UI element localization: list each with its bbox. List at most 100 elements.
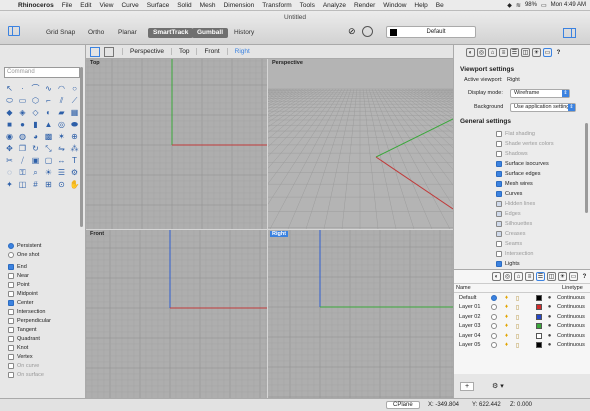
osnap-oncurve[interactable]: On curve (8, 361, 51, 370)
camera-tool-icon[interactable]: ◫ (17, 179, 28, 190)
gs-silhouettes-checkbox[interactable] (496, 221, 502, 227)
dropbox-icon[interactable]: ◆ (507, 2, 512, 9)
move-tool-icon[interactable]: ✥ (4, 143, 15, 154)
osnap-midpoint[interactable]: Midpoint (8, 289, 51, 298)
gs-surface-isocurves-checkbox[interactable] (496, 161, 502, 167)
hide-tool-icon[interactable]: ◌ (4, 167, 15, 178)
osnap-end-checkbox[interactable] (8, 263, 14, 270)
trim-tool-icon[interactable]: ✂ (4, 155, 15, 166)
array-tool-icon[interactable]: ⁂ (69, 143, 80, 154)
osnap-center[interactable]: Center (8, 298, 51, 307)
gs-intersection[interactable]: Intersection (496, 249, 554, 259)
lightbulb-icon[interactable]: ♦ (503, 323, 510, 329)
join-tool-icon[interactable]: ⊕ (69, 131, 80, 142)
material-icon[interactable]: ● (546, 295, 553, 301)
background-select[interactable]: Use application settings ⇕ (510, 103, 576, 112)
rectangle-tool-icon[interactable]: ▭ (17, 95, 28, 106)
gs-edges[interactable]: Edges (496, 209, 554, 219)
command-input[interactable]: Command (4, 67, 80, 78)
osnap-quadrant[interactable]: Quadrant (8, 334, 51, 343)
layer-color-swatch[interactable] (536, 342, 542, 349)
dimension-tool-icon[interactable]: ↔ (56, 155, 67, 166)
layer-color-swatch[interactable] (536, 313, 542, 320)
oneshot-radio[interactable] (8, 251, 14, 258)
layer-name[interactable]: Layer 03 (459, 323, 491, 329)
extend-tool-icon[interactable]: ⟋ (69, 95, 80, 106)
osnap-knot-checkbox[interactable] (8, 344, 14, 351)
display-mode-select[interactable]: Wireframe ⇕ (510, 89, 570, 98)
cplane-tool-icon[interactable]: ⊞ (43, 179, 54, 190)
menu-tools[interactable]: Tools (296, 2, 319, 9)
menu-file[interactable]: File (58, 2, 76, 9)
viewport-perspective[interactable]: Perspective (268, 59, 453, 229)
gs-curves-checkbox[interactable] (496, 191, 502, 197)
layers-tab-object-icon[interactable]: ◎ (503, 272, 512, 281)
gs-flat-shading[interactable]: Flat shading (496, 129, 554, 139)
tool-palette-scrollbar[interactable] (80, 67, 83, 227)
menu-curve[interactable]: Curve (117, 2, 142, 9)
osnap-perpendicular[interactable]: Perpendicular (8, 316, 51, 325)
osnap-vertex-checkbox[interactable] (8, 353, 14, 360)
gs-mesh-wires-checkbox[interactable] (496, 181, 502, 187)
boolean-diff-icon[interactable]: ◍ (17, 131, 28, 142)
pipe-tool-icon[interactable]: ⬬ (69, 119, 80, 130)
gs-lights-checkbox[interactable] (496, 261, 502, 267)
analyze-tool-icon[interactable]: ⌕ (30, 167, 41, 178)
gs-flat-shading-checkbox[interactable] (496, 131, 502, 137)
tab-top[interactable]: Top (170, 48, 196, 55)
layer-current-radio[interactable] (491, 313, 497, 320)
zoom-tool-icon[interactable]: ⊙ (56, 179, 67, 190)
persistent-radio[interactable] (8, 242, 14, 249)
text-tool-icon[interactable]: T (69, 155, 80, 166)
osnap-onsurface-checkbox[interactable] (8, 371, 14, 378)
history-button[interactable]: History (234, 28, 254, 38)
menu-help[interactable]: Help (410, 2, 431, 9)
polyline-tool-icon[interactable]: ⌒ (30, 83, 41, 94)
help-panel-icon[interactable]: ? (554, 48, 563, 57)
filter-icon[interactable]: ⊘ (348, 26, 356, 37)
group-tool-icon[interactable]: ▣ (30, 155, 41, 166)
material-icon[interactable]: ● (546, 314, 553, 320)
layer-linetype[interactable]: Continuous (557, 323, 585, 329)
lightbulb-icon[interactable]: ♦ (503, 314, 510, 320)
menu-solid[interactable]: Solid (173, 2, 195, 9)
object-panel-icon[interactable]: ◎ (477, 48, 486, 57)
scale-tool-icon[interactable]: ⤡ (43, 143, 54, 154)
rotate-tool-icon[interactable]: ↻ (30, 143, 41, 154)
lightbulb-icon[interactable]: ♦ (503, 342, 510, 348)
tab-perspective[interactable]: Perspective (122, 48, 171, 55)
notes-panel-icon[interactable]: ≡ (499, 48, 508, 57)
layer-color-swatch[interactable] (536, 332, 542, 339)
gs-silhouettes[interactable]: Silhouettes (496, 219, 554, 229)
ortho-button[interactable]: Ortho (88, 28, 104, 38)
gs-hidden-lines-checkbox[interactable] (496, 201, 502, 207)
padlock-icon[interactable]: ▯ (514, 314, 521, 321)
layer-name[interactable]: Layer 04 (459, 333, 491, 339)
layer-current-radio[interactable] (491, 304, 497, 311)
surface-tool-icon[interactable]: ◆ (4, 107, 15, 118)
lightbulb-icon[interactable]: ♦ (503, 295, 510, 301)
padlock-icon[interactable]: ▯ (514, 295, 521, 302)
layer-tool-icon[interactable]: ☰ (56, 167, 67, 178)
layer-linetype[interactable]: Continuous (557, 295, 585, 301)
battery-percent[interactable]: 98% (525, 2, 537, 8)
lightbulb-icon[interactable]: ♦ (503, 304, 510, 310)
menu-render[interactable]: Render (350, 2, 379, 9)
layer-color-swatch[interactable] (536, 294, 542, 301)
gs-shade-vertex[interactable]: Shade vertex colors (496, 139, 554, 149)
viewport-right[interactable]: Right (268, 230, 453, 398)
layer-name[interactable]: Layer 02 (459, 314, 491, 320)
properties-tool-icon[interactable]: ⚙ (69, 167, 80, 178)
menu-edit[interactable]: Edit (76, 2, 95, 9)
menu-surface[interactable]: Surface (143, 2, 173, 9)
layers-tab-layers-icon[interactable]: ☰ (536, 272, 545, 281)
left-sidebar-toggle-icon[interactable] (8, 26, 20, 36)
gs-hidden-lines[interactable]: Hidden lines (496, 199, 554, 209)
menu-extra[interactable]: Be (432, 2, 448, 9)
planar-button[interactable]: Planar (118, 28, 137, 38)
osnap-point-checkbox[interactable] (8, 281, 14, 288)
layer-linetype[interactable]: Continuous (557, 333, 585, 339)
menu-window[interactable]: Window (379, 2, 410, 9)
osnap-vertex[interactable]: Vertex (8, 352, 51, 361)
point-tool-icon[interactable]: · (17, 83, 28, 94)
